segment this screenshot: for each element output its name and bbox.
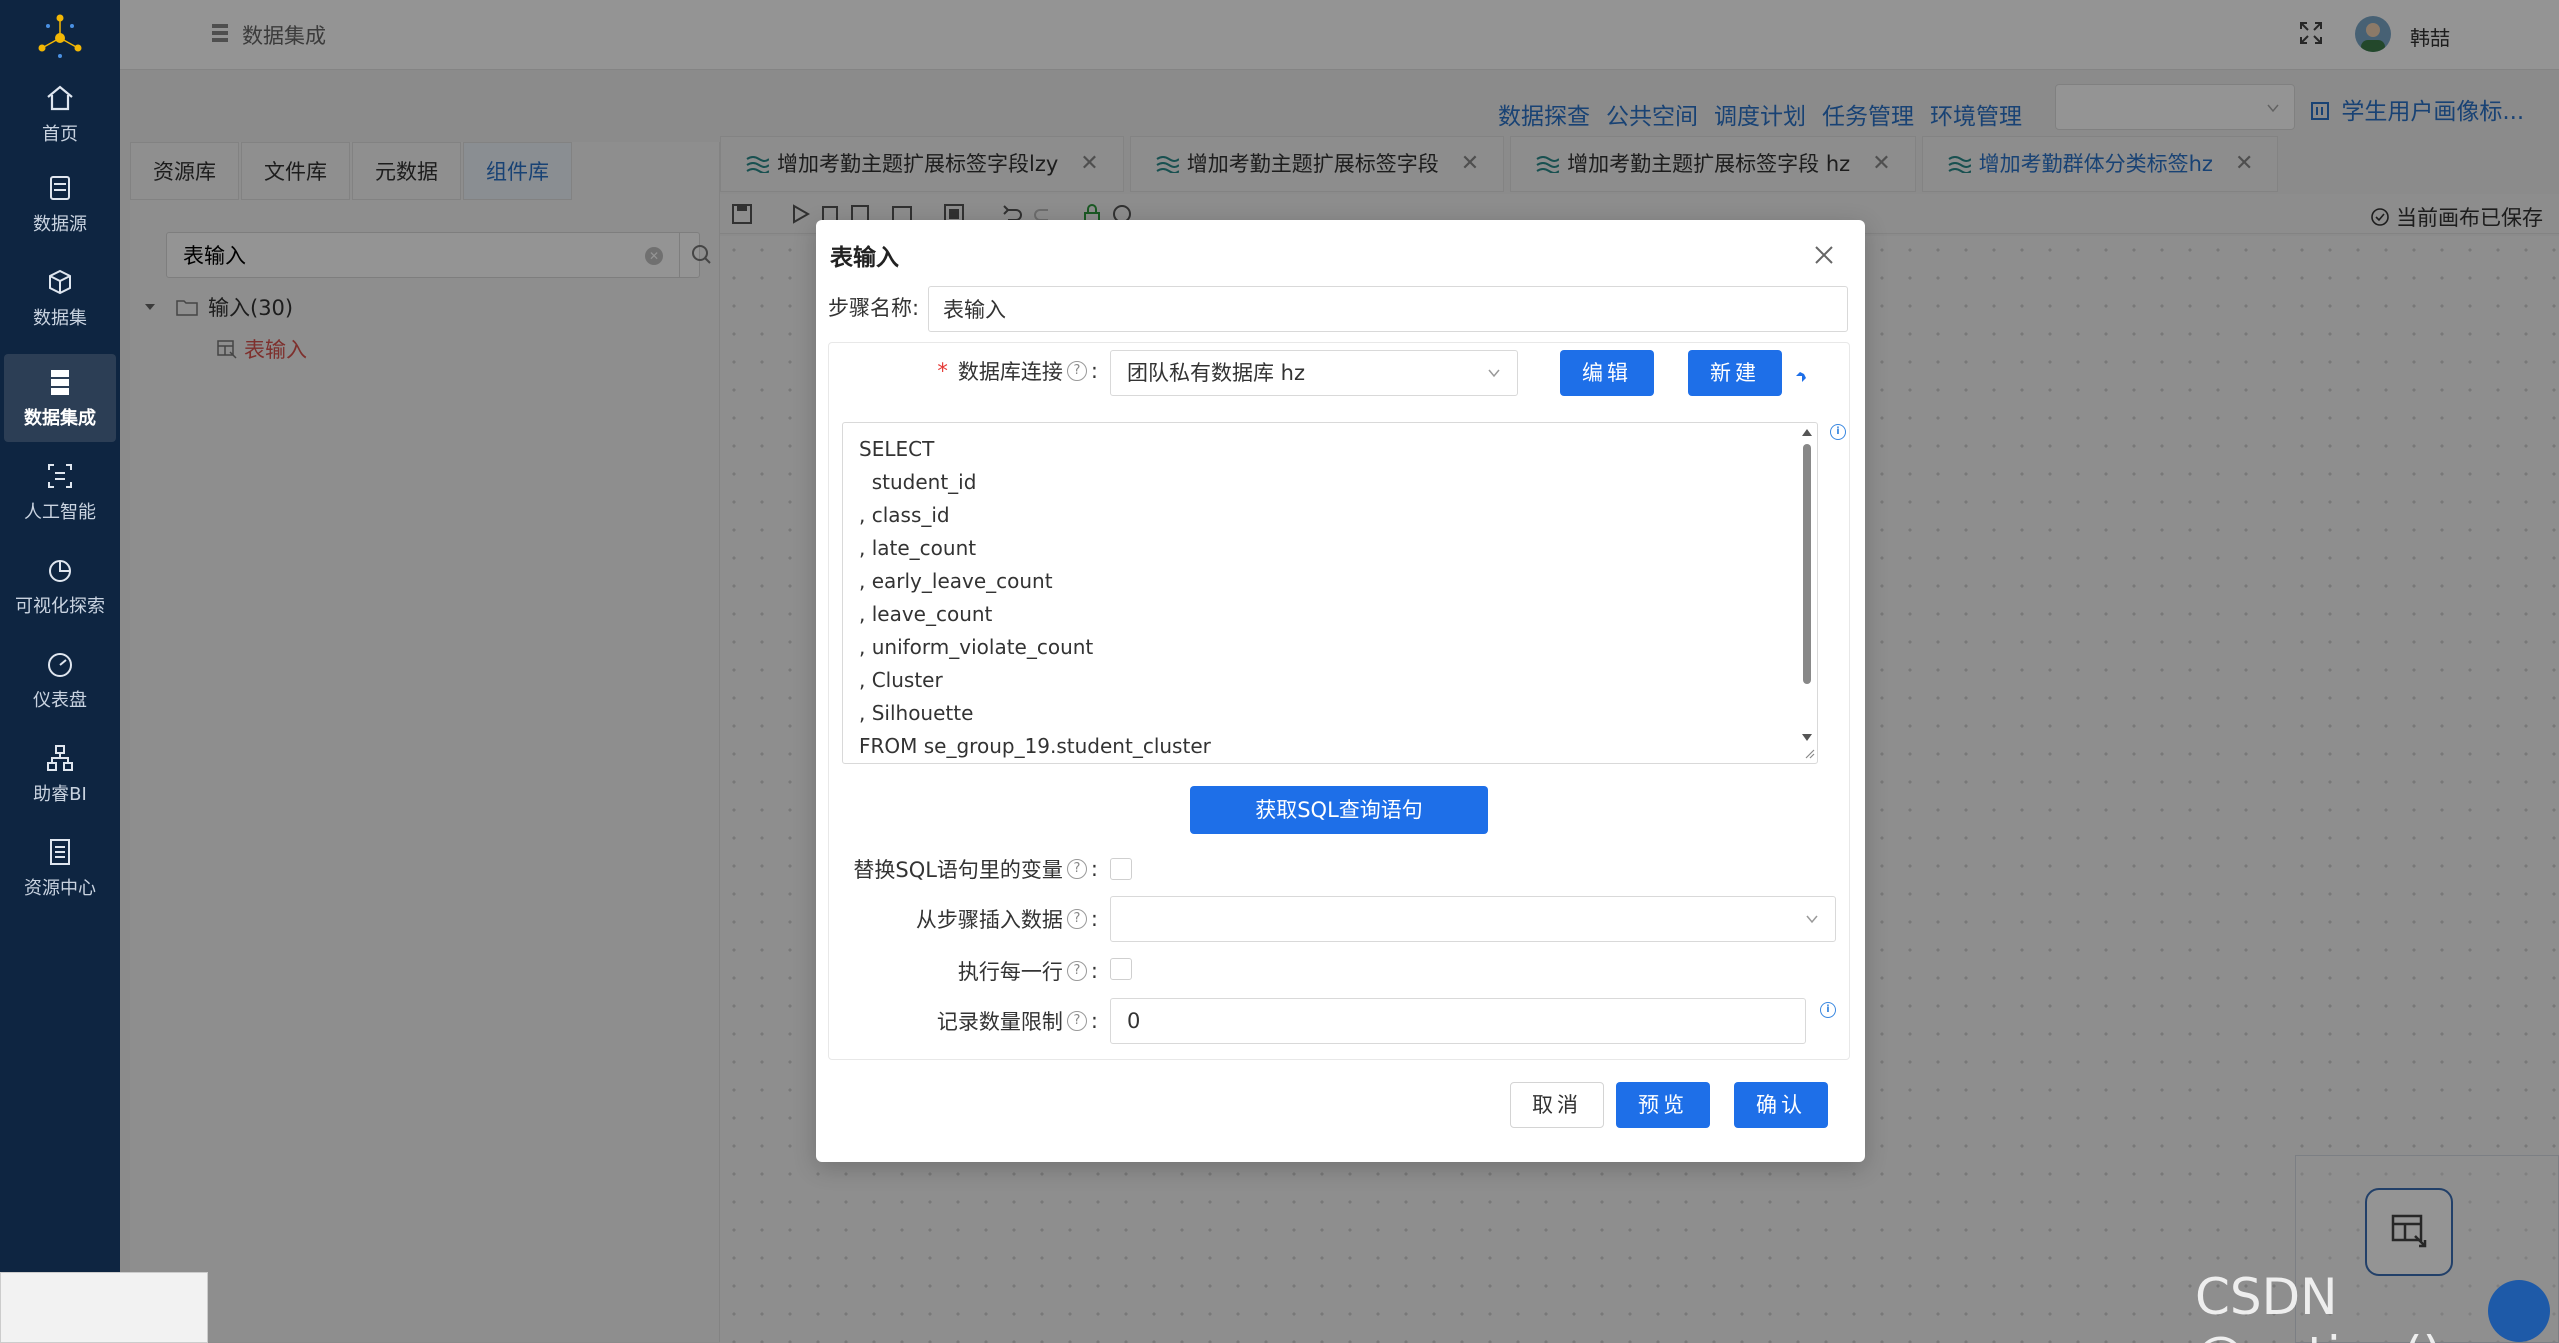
cube-icon [49, 269, 71, 295]
help-icon[interactable]: ? [1066, 859, 1087, 879]
insert-from-step-select[interactable] [1110, 896, 1836, 942]
sql-scrollbar[interactable] [1798, 424, 1816, 762]
chevron-down-icon [1806, 915, 1818, 924]
gauge-icon [48, 653, 72, 677]
label-colon: : [1090, 907, 1098, 931]
get-sql-button[interactable]: 获取SQL查询语句 [1190, 786, 1488, 834]
sidebar-item-visual-explore[interactable]: 可视化探索 [4, 542, 116, 630]
sidebar-item-zhurui-bi[interactable]: 助睿BI [4, 730, 116, 818]
db-connection-value: 团队私有数据库 hz [1127, 361, 1306, 385]
sql-line: , early_leave_count [859, 569, 1053, 593]
window-thumbnail[interactable] [0, 1272, 208, 1343]
sidebar-item-dashboard[interactable]: 仪表盘 [4, 636, 116, 724]
chevron-down-icon [1488, 369, 1500, 378]
close-icon[interactable] [1811, 242, 1837, 268]
sql-line: , Silhouette [859, 701, 974, 725]
ai-icon [48, 464, 72, 488]
help-icon[interactable]: ? [1066, 361, 1087, 381]
cancel-button[interactable]: 取消 [1510, 1082, 1604, 1128]
sidebar-item-label: 数据集成 [24, 408, 96, 429]
sidebar-item-label: 仪表盘 [33, 690, 87, 711]
sql-editor[interactable]: SELECT student_id , class_id , late_count,… [842, 422, 1818, 764]
sidebar: 首页 数据源 数据集 数据集成 人工智能 可视化探索 仪表盘 助睿BI 资源中心 [0, 0, 120, 1343]
label-colon: : [1090, 959, 1098, 983]
sidebar-item-label: 助睿BI [33, 784, 87, 805]
preview-button[interactable]: 预览 [1616, 1082, 1710, 1128]
sql-line: SELECT [859, 437, 935, 461]
sql-line: , late_count [859, 536, 977, 560]
replace-var-label: 替换SQL语句里的变量 [853, 858, 1063, 882]
sidebar-item-label: 人工智能 [24, 502, 96, 523]
sidebar-item-resource-center[interactable]: 资源中心 [4, 824, 116, 912]
sql-line: FROM se_group_19.student_cluster [859, 734, 1211, 758]
step-name-label: 步骤名称: [828, 296, 920, 320]
sql-line: , leave_count [859, 602, 993, 626]
sidebar-item-dataset[interactable]: 数据集 [4, 254, 116, 342]
sql-line: , Cluster [859, 668, 943, 692]
record-limit-label: 记录数量限制 [936, 1010, 1063, 1034]
sql-line: student_id [859, 470, 977, 494]
exec-each-row-checkbox[interactable] [1110, 958, 1132, 980]
sidebar-item-label: 可视化探索 [15, 596, 105, 617]
new-button[interactable]: 新建 [1688, 350, 1782, 396]
record-limit-label-row: 记录数量限制 ?: [836, 1006, 1098, 1036]
org-chart-icon [47, 745, 73, 771]
rocket-icon[interactable] [1792, 362, 1816, 386]
db-connection-label-row: * 数据库连接 ?: [856, 356, 1098, 386]
sidebar-item-label: 数据源 [33, 214, 87, 235]
database-icon [50, 176, 70, 200]
record-limit-input[interactable] [1110, 998, 1806, 1044]
exec-each-row-label-row: 执行每一行 ?: [836, 956, 1098, 986]
floating-action-button[interactable] [2488, 1280, 2550, 1342]
server-icon [51, 370, 69, 395]
sidebar-item-datasource[interactable]: 数据源 [4, 160, 116, 248]
help-icon[interactable]: ? [1066, 1011, 1087, 1031]
dialog-title: 表输入 [830, 245, 899, 271]
label-colon: : [1090, 857, 1098, 881]
sql-line: , class_id [859, 503, 950, 527]
table-input-dialog: 表输入 步骤名称: * 数据库连接 ?: 团队私有数据库 hz 编辑 新建 SE… [816, 220, 1865, 1162]
home-icon [47, 85, 73, 111]
step-name-input[interactable] [928, 286, 1848, 332]
db-connection-select[interactable]: 团队私有数据库 hz [1110, 350, 1518, 396]
help-icon[interactable]: ? [1066, 961, 1087, 981]
db-connection-label: 数据库连接 [957, 360, 1063, 384]
sidebar-item-label: 首页 [42, 124, 78, 145]
exec-each-row-label: 执行每一行 [957, 960, 1063, 984]
sidebar-item-label: 数据集 [33, 308, 87, 329]
label-colon: : [1090, 1009, 1098, 1033]
info-icon[interactable]: i [1830, 424, 1846, 440]
sidebar-item-home[interactable]: 首页 [4, 70, 116, 158]
sidebar-item-data-integration[interactable]: 数据集成 [4, 354, 116, 442]
app-logo[interactable] [28, 8, 92, 66]
insert-from-step-label: 从步骤插入数据 [915, 908, 1063, 932]
info-icon[interactable]: i [1820, 1002, 1836, 1018]
sql-line: , uniform_violate_count [859, 635, 1094, 659]
sidebar-item-label: 资源中心 [24, 878, 96, 899]
document-icon [50, 839, 70, 865]
insert-from-step-label-row: 从步骤插入数据 ?: [836, 904, 1098, 934]
pie-chart-icon [49, 560, 71, 582]
edit-button[interactable]: 编辑 [1560, 350, 1654, 396]
required-mark: * [937, 359, 948, 383]
replace-var-label-row: 替换SQL语句里的变量 ?: [836, 854, 1098, 884]
sidebar-item-ai[interactable]: 人工智能 [4, 448, 116, 536]
confirm-button[interactable]: 确认 [1734, 1082, 1828, 1128]
replace-var-checkbox[interactable] [1110, 858, 1132, 880]
help-icon[interactable]: ? [1066, 909, 1087, 929]
label-colon: : [1090, 359, 1098, 383]
